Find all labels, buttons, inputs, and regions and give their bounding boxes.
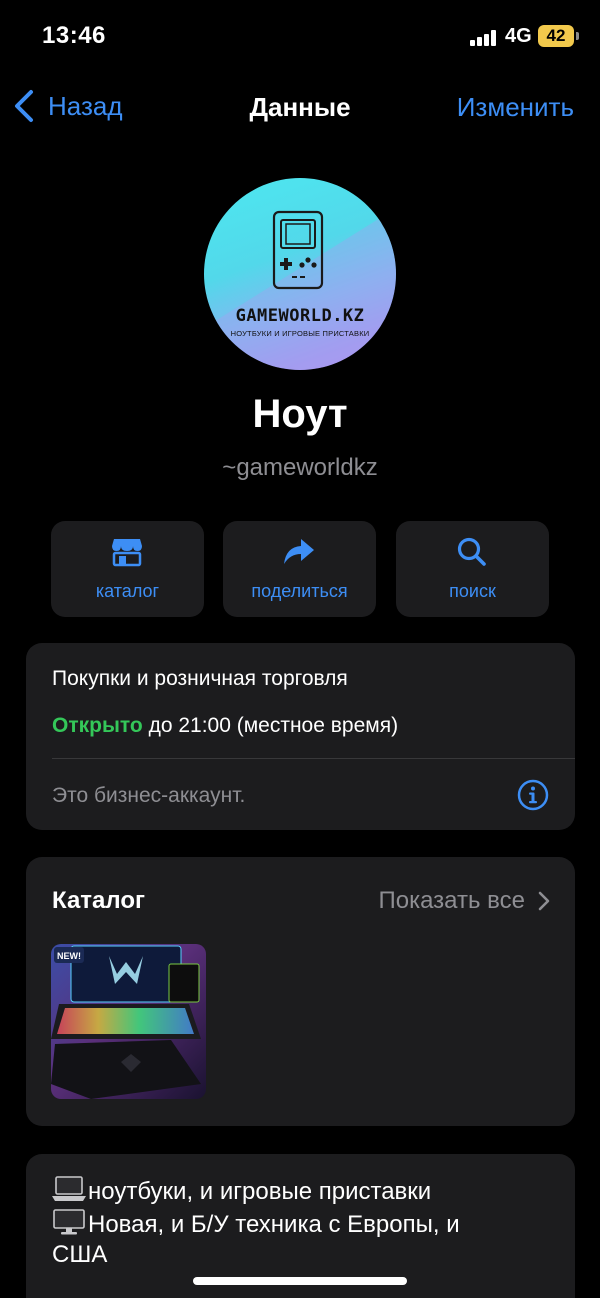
description-line-text: Новая, и Б/У техника с Европы, и [88, 1211, 460, 1238]
action-buttons-row: каталог поделиться поиск [51, 521, 549, 617]
status-bar: 13:46 4G 42 [0, 0, 600, 76]
chevron-right-icon [538, 891, 550, 911]
storefront-icon [112, 539, 142, 567]
avatar-tagline-text: НОУТБУКИ И ИГРОВЫЕ ПРИСТАВКИ [230, 329, 370, 338]
share-arrow-icon [284, 539, 314, 564]
show-all-button[interactable]: Показать все [378, 887, 551, 915]
home-indicator[interactable] [193, 1277, 407, 1285]
show-all-label: Показать все [378, 887, 525, 914]
profile-avatar[interactable]: GAMEWORLD.KZ НОУТБУКИ И ИГРОВЫЕ ПРИСТАВК… [204, 178, 396, 370]
business-category: Покупки и розничная торговля [52, 667, 348, 690]
business-info-card: Покупки и розничная торговля Открыто до … [26, 643, 575, 830]
catalog-button[interactable]: каталог [51, 521, 204, 617]
back-label: Назад [48, 90, 123, 121]
business-hours: Открыто до 21:00 (местное время) [52, 714, 398, 738]
magnifier-icon [457, 537, 486, 566]
desktop-computer-icon [53, 1209, 85, 1235]
profile-username: ~gameworldkz [222, 454, 378, 481]
open-status: Открыто [52, 714, 143, 737]
share-button-label: поделиться [251, 581, 348, 601]
back-button[interactable]: Назад [12, 88, 123, 124]
battery-icon: 42 [538, 25, 579, 47]
description-line-text: ноутбуки, и игровые приставки [88, 1178, 432, 1205]
catalog-title: Каталог [52, 887, 145, 914]
share-button[interactable]: поделиться [223, 521, 376, 617]
cellular-signal-icon [470, 30, 498, 46]
avatar-brand-text: GAMEWORLD.KZ [235, 306, 365, 326]
avatar-logo-graphic [204, 208, 396, 370]
navigation-bar: Назад Данные Изменить [0, 76, 600, 136]
business-account-note: Это бизнес-аккаунт. [52, 784, 246, 807]
search-button-label: поиск [449, 581, 496, 601]
catalog-button-label: каталог [95, 581, 160, 601]
search-button[interactable]: поиск [396, 521, 549, 617]
divider [52, 758, 575, 759]
screen: 13:46 4G 42 Назад Данные Изменить GAMEWO… [0, 0, 600, 1298]
profile-name: Ноут [252, 392, 348, 436]
description-line-text: США [52, 1241, 108, 1268]
hours-text: до 21:00 (местное время) [148, 714, 399, 737]
laptop-product-image: NEW! [51, 944, 206, 1099]
svg-text:NEW!: NEW! [57, 951, 81, 961]
edit-button[interactable]: Изменить [457, 92, 574, 123]
network-type: 4G [505, 25, 532, 47]
description-line: Новая, и Б/У техника с Европы, и [52, 1209, 460, 1239]
description-line: США [52, 1241, 107, 1269]
catalog-item-thumbnail[interactable]: NEW! [51, 944, 206, 1099]
info-icon[interactable] [517, 779, 549, 811]
laptop-icon [52, 1176, 86, 1201]
battery-level: 42 [546, 26, 566, 45]
status-time: 13:46 [42, 22, 106, 49]
catalog-card: Каталог Показать все NEW! [26, 857, 575, 1126]
chevron-left-icon [15, 90, 33, 122]
description-line: ноутбуки, и игровые приставки [52, 1176, 431, 1206]
